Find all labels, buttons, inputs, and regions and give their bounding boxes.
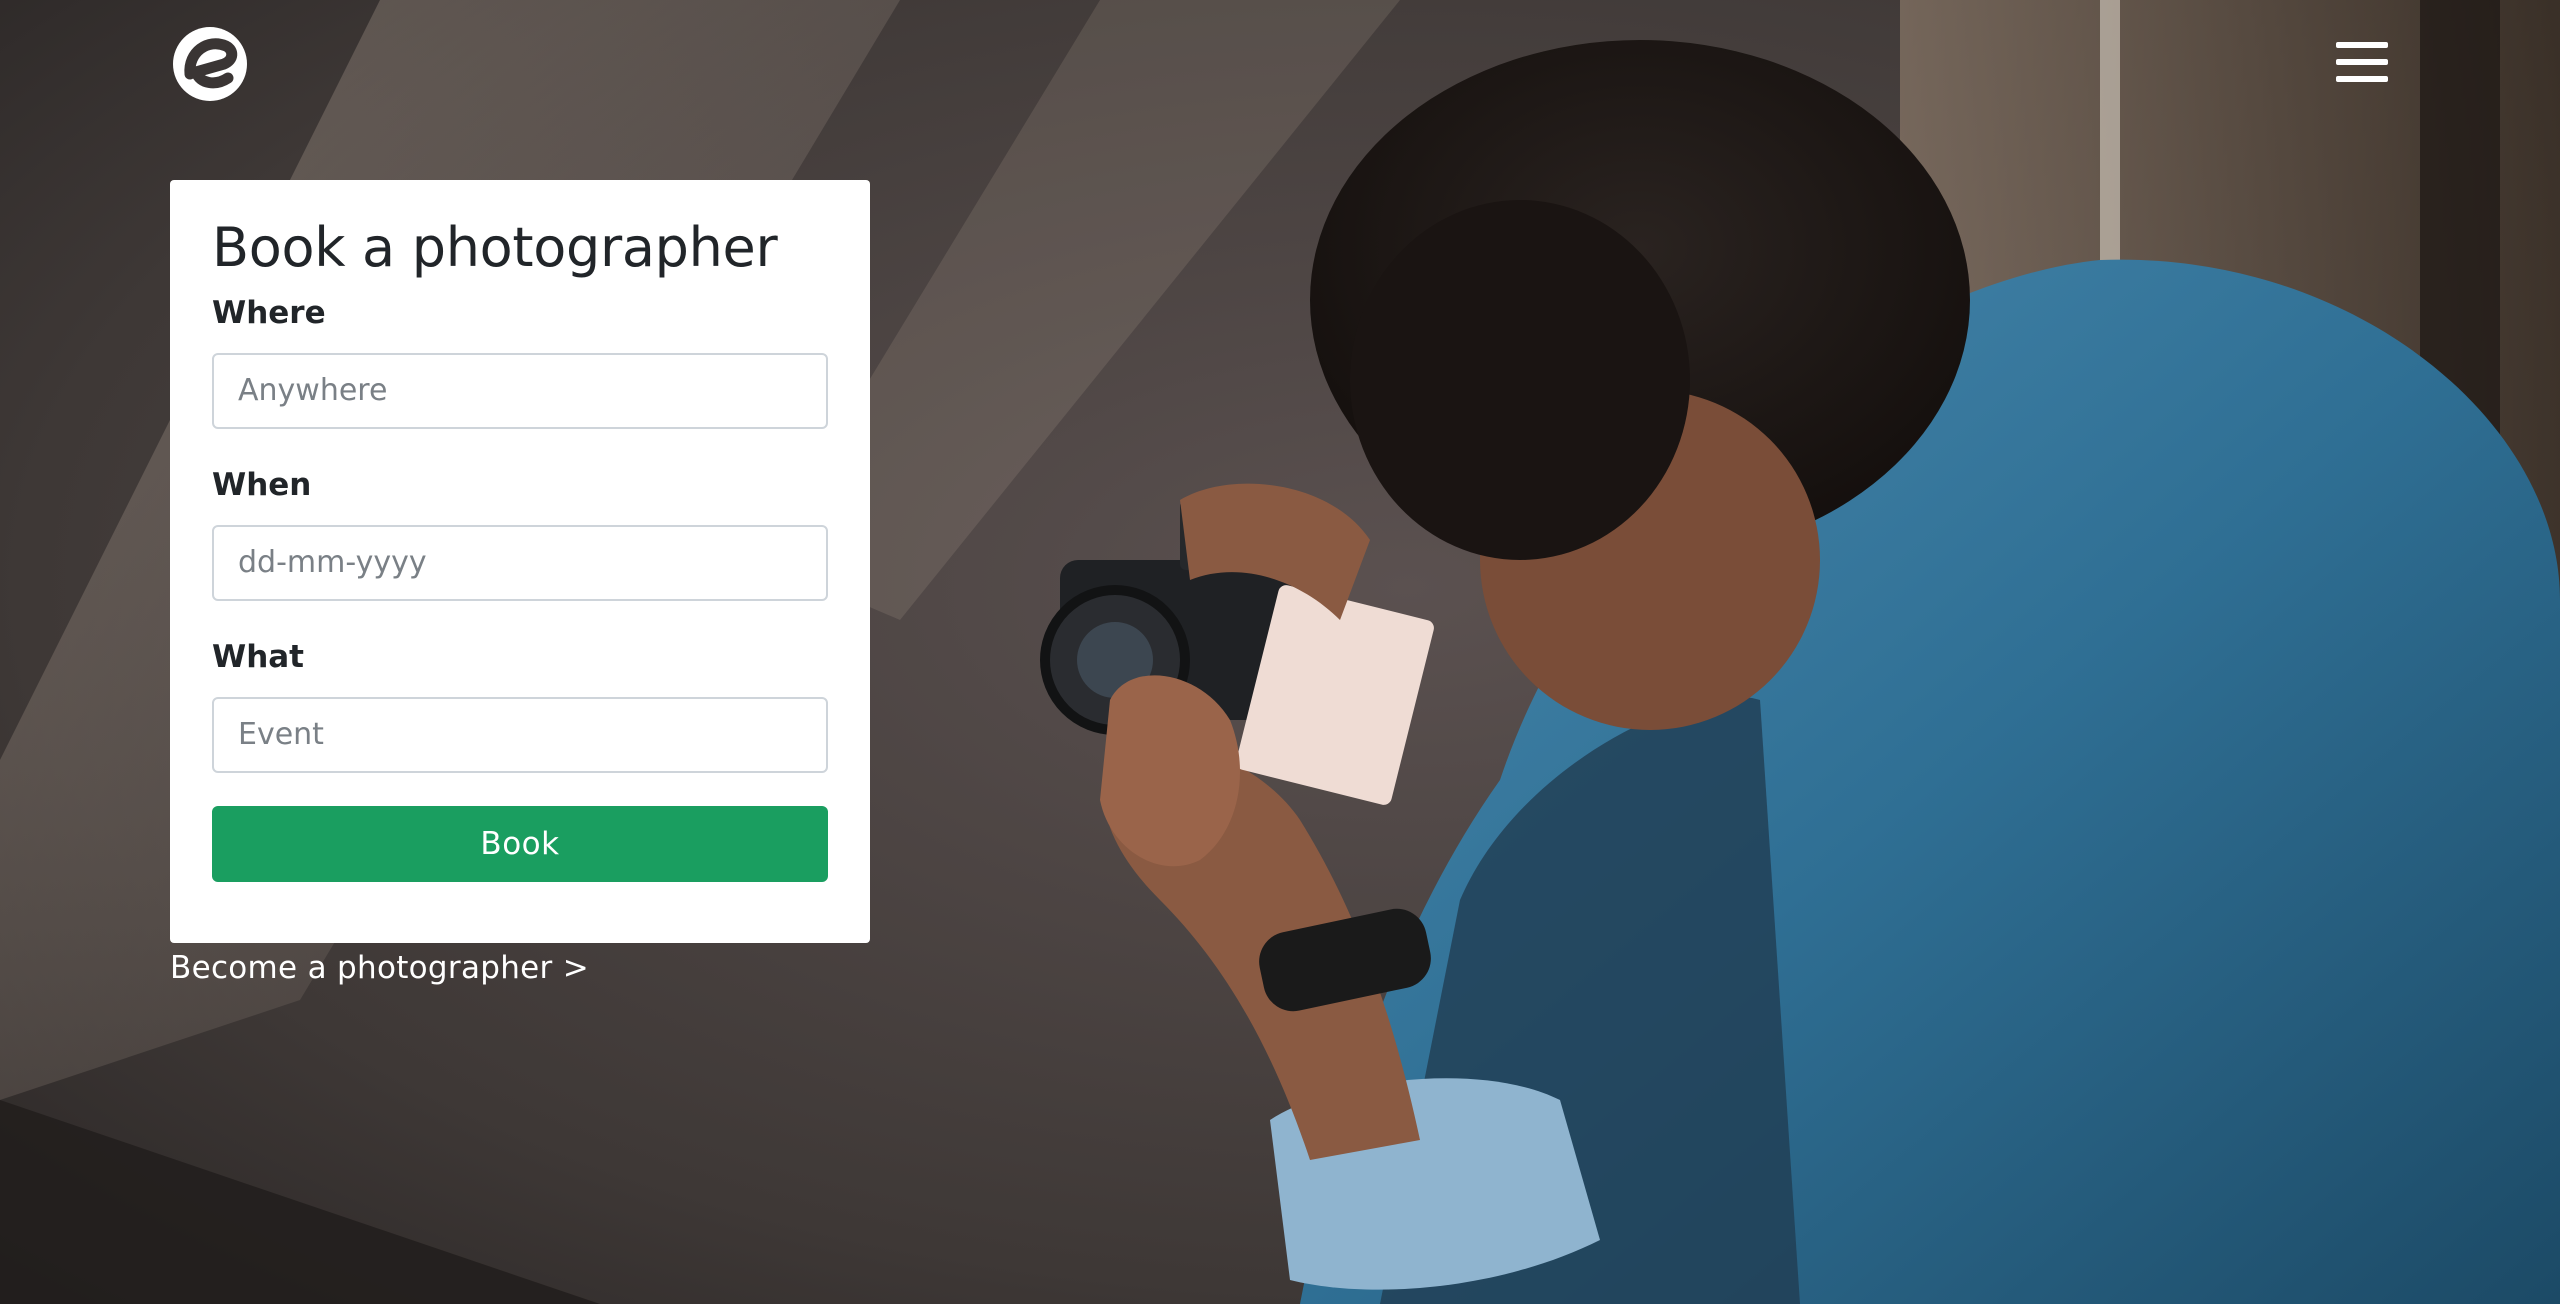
booking-title: Book a photographer	[212, 216, 778, 279]
booking-card: Book a photographer Where When What Book	[170, 180, 870, 943]
hamburger-bar	[2336, 59, 2388, 65]
hamburger-menu-icon[interactable]	[2336, 42, 2388, 86]
brand-e-logo-icon[interactable]	[170, 24, 250, 104]
where-label: Where	[212, 294, 326, 331]
when-date-input[interactable]	[212, 524, 828, 601]
become-photographer-link[interactable]: Become a photographer >	[170, 950, 589, 986]
hamburger-bar	[2336, 76, 2388, 82]
landing-page: Book a photographer Where When What Book…	[0, 0, 2560, 1304]
what-input[interactable]	[212, 696, 828, 773]
book-button[interactable]: Book	[212, 805, 828, 882]
what-label: What	[212, 638, 305, 675]
when-label: When	[212, 466, 312, 503]
where-input[interactable]	[212, 352, 828, 429]
hamburger-bar	[2336, 42, 2388, 48]
